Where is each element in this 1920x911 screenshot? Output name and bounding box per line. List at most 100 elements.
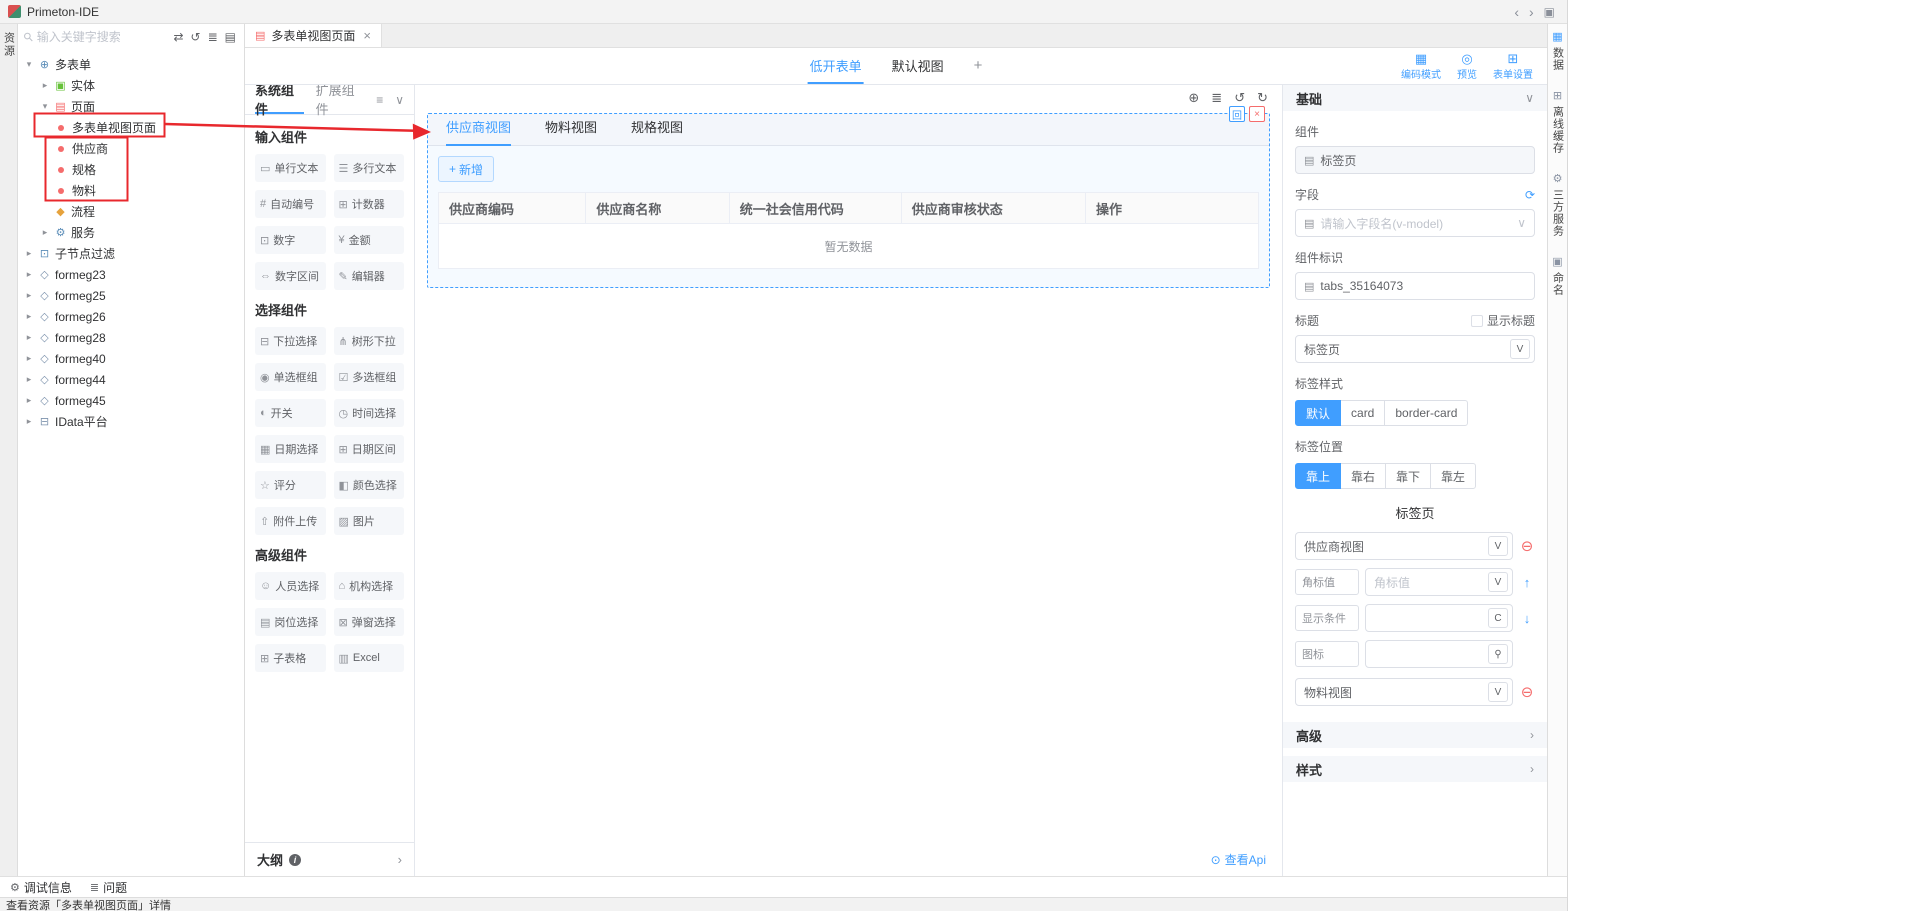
left-rail-resources-tab[interactable]: 资源: [1, 32, 17, 58]
suffix-button[interactable]: V: [1488, 572, 1508, 592]
nav-back-icon[interactable]: ‹: [1514, 5, 1519, 19]
tree-item[interactable]: ◆流程: [18, 201, 244, 222]
tab-position-option[interactable]: 靠右: [1340, 463, 1386, 489]
palette-item[interactable]: ☰多行文本: [334, 154, 405, 182]
outline-section[interactable]: 大纲 i ›: [245, 842, 414, 876]
search-button[interactable]: ⚲: [1488, 644, 1508, 664]
undo-icon[interactable]: ↺: [1234, 90, 1245, 106]
expand-arrow-icon[interactable]: ▸: [24, 248, 34, 259]
tree-item[interactable]: ▸◇formeg28: [18, 327, 244, 348]
form-view-tab[interactable]: 默认视图: [890, 48, 946, 84]
sub-field-input[interactable]: 角标值V: [1365, 568, 1513, 596]
add-view-tab-button[interactable]: +: [972, 48, 985, 84]
tab-position-option[interactable]: 靠下: [1385, 463, 1431, 489]
palette-item[interactable]: ☺人员选择: [255, 572, 326, 600]
expand-arrow-icon[interactable]: ▸: [24, 269, 34, 280]
palette-item[interactable]: ☑多选框组: [334, 363, 405, 391]
palette-item[interactable]: ▥Excel: [334, 644, 405, 672]
palette-item[interactable]: ⊠弹窗选择: [334, 608, 405, 636]
form-view-tab[interactable]: 低开表单: [808, 48, 864, 84]
remove-tab-icon[interactable]: ⊖: [1519, 539, 1535, 554]
expand-arrow-icon[interactable]: ▸: [24, 332, 34, 343]
palette-item[interactable]: ▨图片: [334, 507, 405, 535]
component-tab[interactable]: 规格视图: [631, 117, 683, 146]
chevron-down-icon[interactable]: ∨: [395, 85, 404, 114]
expand-arrow-icon[interactable]: ▸: [40, 227, 50, 238]
expand-arrow-icon[interactable]: ▸: [24, 353, 34, 364]
palette-item[interactable]: ⊞子表格: [255, 644, 326, 672]
outline-icon[interactable]: ≣: [1211, 90, 1222, 106]
palette-item[interactable]: ⇔数字区间: [255, 262, 326, 290]
tab-style-option[interactable]: border-card: [1384, 400, 1468, 426]
tree-item[interactable]: ▸⊟IData平台: [18, 411, 244, 432]
tree-item[interactable]: 供应商: [18, 138, 244, 159]
component-tab[interactable]: 物料视图: [545, 117, 597, 146]
copy-component-button[interactable]: 回: [1229, 106, 1245, 122]
expand-arrow-icon[interactable]: ▸: [40, 80, 50, 91]
sub-field-input[interactable]: ⚲: [1365, 640, 1513, 668]
move-up-icon[interactable]: ↑: [1519, 575, 1535, 590]
right-rail-item[interactable]: ▦数据: [1550, 30, 1566, 71]
component-id-input[interactable]: ▤ tabs_35164073: [1295, 272, 1535, 300]
problems-item[interactable]: ≣ 问题: [90, 879, 127, 896]
right-rail-item[interactable]: ▣命名: [1550, 255, 1566, 296]
tab-name-input[interactable]: 物料视图V: [1295, 678, 1513, 706]
tree-item[interactable]: ▸◇formeg44: [18, 369, 244, 390]
palette-item[interactable]: ▦日期选择: [255, 435, 326, 463]
tab-name-input[interactable]: 供应商视图V: [1295, 532, 1513, 560]
section-style[interactable]: 样式 ›: [1283, 756, 1547, 782]
nav-forward-icon[interactable]: ›: [1529, 5, 1534, 19]
link-icon[interactable]: ⊕: [1188, 90, 1199, 106]
sync-icon[interactable]: ⇄: [173, 30, 183, 44]
sub-field-input[interactable]: C: [1365, 604, 1513, 632]
tree-item[interactable]: ▸⚙服务: [18, 222, 244, 243]
tab-style-option[interactable]: card: [1340, 400, 1385, 426]
refresh-icon[interactable]: ⟳: [1525, 188, 1535, 202]
palette-item[interactable]: ⋔树形下拉: [334, 327, 405, 355]
suffix-button[interactable]: C: [1488, 608, 1508, 628]
show-title-checkbox[interactable]: 显示标题: [1471, 312, 1535, 329]
expand-arrow-icon[interactable]: ▸: [24, 416, 34, 427]
palette-item[interactable]: ☆评分: [255, 471, 326, 499]
sub-field-label[interactable]: 角标值: [1295, 569, 1359, 595]
variable-button[interactable]: V: [1488, 536, 1508, 556]
tree-item[interactable]: ▾▤页面: [18, 96, 244, 117]
search-input[interactable]: [37, 30, 170, 44]
palette-item[interactable]: ⇧附件上传: [255, 507, 326, 535]
tree-item[interactable]: ▸▣实体: [18, 75, 244, 96]
tree-item[interactable]: 物料: [18, 180, 244, 201]
palette-item[interactable]: ◧颜色选择: [334, 471, 405, 499]
close-tab-icon[interactable]: ×: [363, 28, 371, 43]
tree-item[interactable]: ▸⊡子节点过滤: [18, 243, 244, 264]
expand-arrow-icon[interactable]: ▾: [40, 101, 50, 112]
debug-info-item[interactable]: ⚙ 调试信息: [10, 879, 72, 896]
palette-item[interactable]: ¥金额: [334, 226, 405, 254]
collapse-list-icon[interactable]: ≣: [208, 30, 218, 44]
expand-arrow-icon[interactable]: ▸: [24, 311, 34, 322]
right-rail-item[interactable]: ⚙三方服务: [1550, 172, 1566, 237]
palette-item[interactable]: ⌂机构选择: [334, 572, 405, 600]
palette-item[interactable]: ◐开关: [255, 399, 326, 427]
tree-item[interactable]: ▾⊕多表单: [18, 54, 244, 75]
delete-component-button[interactable]: ×: [1249, 106, 1265, 122]
expand-arrow-icon[interactable]: ▸: [24, 290, 34, 301]
tree-item[interactable]: ▸◇formeg26: [18, 306, 244, 327]
menu-icon[interactable]: ≡: [376, 85, 383, 114]
palette-tab[interactable]: 系统组件: [255, 85, 304, 114]
palette-item[interactable]: ▭单行文本: [255, 154, 326, 182]
section-basic[interactable]: 基础 ∨: [1283, 85, 1547, 111]
tree-item[interactable]: ▸◇formeg45: [18, 390, 244, 411]
title-input[interactable]: 标签页 V: [1295, 335, 1535, 363]
palette-item[interactable]: ⊡数字: [255, 226, 326, 254]
palette-tab[interactable]: 扩展组件: [316, 85, 365, 114]
document-tab[interactable]: ▤ 多表单视图页面 ×: [245, 24, 382, 47]
preview-button[interactable]: ◎预览: [1457, 52, 1477, 81]
tab-position-option[interactable]: 靠左: [1430, 463, 1476, 489]
component-tab[interactable]: 供应商视图: [446, 117, 511, 146]
sub-field-label[interactable]: 图标: [1295, 641, 1359, 667]
palette-item[interactable]: ▤岗位选择: [255, 608, 326, 636]
view-api-link[interactable]: ⊙ 查看Api: [1211, 851, 1266, 868]
section-advanced[interactable]: 高级 ›: [1283, 722, 1547, 748]
palette-item[interactable]: ⊞日期区间: [334, 435, 405, 463]
sub-field-label[interactable]: 显示条件: [1295, 605, 1359, 631]
